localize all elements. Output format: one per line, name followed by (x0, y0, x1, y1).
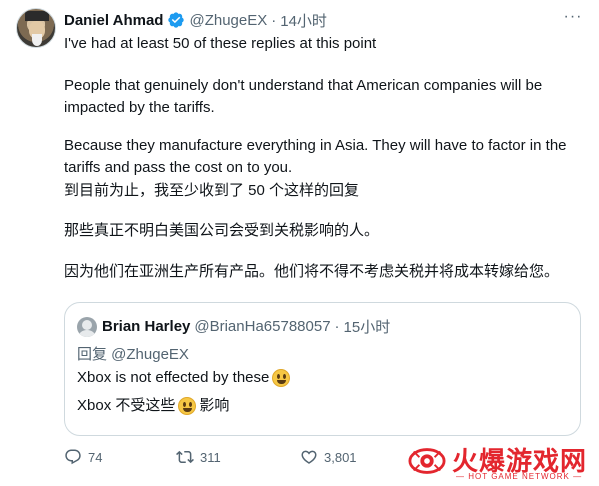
tweet-text-line-2: People that genuinely don't understand t… (64, 77, 543, 116)
reply-icon (65, 449, 81, 465)
watermark-subtitle: — HOT GAME NETWORK — (456, 472, 583, 481)
quoted-tweet[interactable]: Brian Harley @BrianHa65788057 · 15小时 回复 … (64, 302, 581, 436)
quoted-text-en: Xbox is not effected by these (77, 367, 293, 389)
quoted-text-zh-after: 影响 (199, 397, 230, 414)
quoted-text-zh-before: Xbox 不受这些 (77, 397, 176, 414)
quoted-author-name: Brian Harley (102, 318, 191, 335)
author-name[interactable]: Daniel Ahmad (64, 12, 163, 29)
grinning-face-emoji-icon (178, 397, 197, 415)
grinning-face-emoji-icon (272, 369, 291, 387)
translation-line-2: 那些真正不明白美国公司会受到关税影响的人。 (64, 222, 380, 239)
reply-to-label: 回复 @ZhugeEX (77, 346, 189, 363)
quoted-tweet-header: Brian Harley @BrianHa65788057 · 15小时 (77, 316, 390, 337)
quoted-text-en-content: Xbox is not effected by these (77, 369, 270, 386)
translation-line-3: 因为他们在亚洲生产所有产品。他们将不得不考虑关税并将成本转嫁给您。 (64, 263, 560, 280)
tweet-text-line-1: I've had at least 50 of these replies at… (64, 35, 377, 52)
tweet-time[interactable]: 14小时 (280, 10, 327, 31)
heart-icon (301, 450, 317, 464)
quoted-text-zh: Xbox 不受这些 影响 (77, 395, 229, 417)
quoted-author-avatar (77, 316, 97, 337)
retweet-count: 311 (200, 449, 221, 465)
reply-button[interactable]: 74 (64, 448, 102, 466)
author-avatar[interactable] (16, 8, 56, 48)
tweet-header: Daniel Ahmad @ZhugeEX · 14小时 (64, 10, 327, 30)
quoted-separator-dot: · (334, 318, 340, 335)
more-options-icon[interactable]: ··· (562, 9, 584, 30)
tweet-text-line-3: Because they manufacture everything in A… (64, 137, 567, 176)
tweet[interactable]: Daniel Ahmad @ZhugeEX · 14小时 ··· I've ha… (0, 0, 599, 486)
retweet-icon (176, 450, 194, 464)
verified-badge-icon (168, 12, 185, 28)
reply-count: 74 (88, 449, 103, 465)
like-count: 3,801 (324, 449, 357, 465)
watermark-logo-icon (408, 448, 446, 474)
retweet-button[interactable]: 311 (176, 448, 221, 466)
quoted-author-handle: @BrianHa65788057 (194, 318, 331, 335)
translation-line-1: 到目前为止，我至少收到了 50 个这样的回复 (64, 182, 360, 199)
site-watermark: 火爆游戏网 — HOT GAME NETWORK — (408, 438, 596, 484)
author-handle[interactable]: @ZhugeEX (189, 12, 267, 29)
quoted-tweet-time: 15小时 (343, 319, 391, 336)
like-button[interactable]: 3,801 (300, 448, 357, 466)
separator-dot: · (271, 11, 277, 29)
